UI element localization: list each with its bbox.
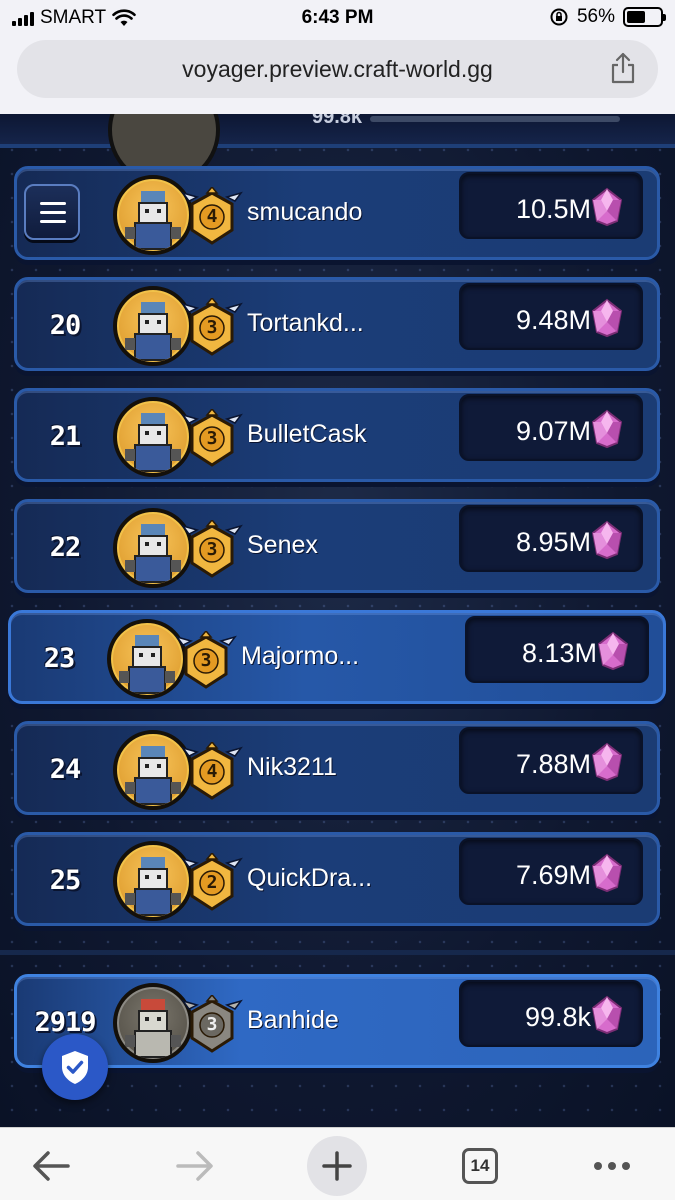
back-button[interactable] [22,1136,82,1196]
more-button[interactable] [582,1136,642,1196]
pink-gem-icon [597,631,629,671]
address-bar[interactable]: voyager.preview.craft-world.gg [17,40,658,98]
score-box: 10.5M [459,172,643,239]
pink-gem-icon [591,187,623,227]
leaderboard-row[interactable]: 23 3 Majormo... 8.13M [8,610,666,704]
battery-icon [623,7,666,27]
new-tab-button[interactable] [307,1136,367,1196]
score-value: 8.13M [521,638,597,668]
pink-gem-icon [591,520,623,560]
progress-track [370,116,620,122]
leaderboard-row[interactable]: 25 2 QuickDra... 7.69M [14,832,660,926]
pink-gem-icon [591,298,623,338]
player-name: Senex [247,531,318,559]
level-number: 2 [206,872,218,893]
character-portrait-icon [125,746,181,805]
level-number: 3 [206,317,218,338]
pink-gem-icon [591,742,623,782]
arrow-right-icon [176,1151,213,1181]
character-portrait-icon [125,302,181,361]
character-portrait-icon [125,413,181,472]
character-portrait-icon [119,635,175,694]
level-badge: 3 [181,518,243,582]
character-portrait-icon [125,857,181,916]
status-bar: SMART 6:43 PM 56% [0,0,675,36]
level-number: 3 [200,650,212,671]
rank-number: 25 [49,865,82,896]
shield-button[interactable] [42,1034,108,1100]
url-text[interactable]: voyager.preview.craft-world.gg [17,56,658,83]
leaderboard-view[interactable]: 99.8k 4 smucando 10.5M 20 3 Tortankd... 9.48M 2… [0,114,675,1127]
score-box: 7.69M [459,838,643,905]
level-number: 3 [206,428,218,449]
pink-gem-icon [591,409,623,449]
player-name: Majormo... [241,642,360,670]
player-name: smucando [247,198,363,226]
battery-percent: 56% [576,6,615,27]
rank-number: 24 [49,754,82,785]
tab-count: 14 [462,1148,498,1184]
browser-address-area: voyager.preview.craft-world.gg [0,36,675,114]
divider [0,950,675,955]
menu-button[interactable] [24,184,80,240]
score-box: 8.95M [459,505,643,572]
score-box: 9.07M [459,394,643,461]
score-box: 99.8k [459,980,643,1047]
leaderboard-row[interactable]: 4 smucando 10.5M [14,166,660,260]
score-value: 7.69M [515,860,591,890]
score-value: 9.07M [515,416,591,446]
level-badge: 3 [181,296,243,360]
score-value: 10.5M [515,194,591,224]
score-value: 8.95M [515,527,591,557]
level-badge: 3 [175,629,237,693]
player-name: Tortankd... [247,309,364,337]
level-number: 3 [206,1014,218,1035]
more-dots-icon [594,1162,630,1170]
leaderboard-row[interactable]: 21 3 BulletCask 9.07M [14,388,660,482]
battery-level [627,11,645,23]
score-box: 8.13M [465,616,649,683]
plus-icon [322,1151,352,1181]
previous-row-partial: 99.8k [0,114,675,186]
player-name: Nik3211 [247,753,337,781]
pink-gem-icon [591,995,623,1035]
player-name: BulletCask [247,420,367,448]
my-rank-row[interactable]: 2919 3 Banhide 99.8k [14,974,660,1068]
leaderboard-row[interactable]: 20 3 Tortankd... 9.48M [14,277,660,371]
rank-number: 20 [49,310,82,341]
score-box: 9.48M [459,283,643,350]
level-badge: 4 [181,185,243,249]
rank-number: 21 [49,421,82,452]
leaderboard-row[interactable]: 24 4 Nik3211 7.88M [14,721,660,815]
level-badge: 3 [181,993,243,1057]
level-badge: 2 [181,851,243,915]
forward-button[interactable] [164,1136,224,1196]
character-portrait-icon [125,191,181,250]
rank-number: 22 [49,532,82,563]
level-number: 4 [206,761,218,782]
tabs-button[interactable]: 14 [450,1136,510,1196]
player-name: Banhide [247,1006,339,1034]
share-icon[interactable] [610,52,636,84]
top-partial-score: 99.8k [312,114,363,128]
pink-gem-icon [591,853,623,893]
level-number: 3 [206,539,218,560]
browser-toolbar: 14 [0,1127,675,1200]
level-number: 4 [206,206,218,227]
character-portrait-icon [125,999,181,1058]
character-portrait-icon [125,524,181,583]
player-name: QuickDra... [247,864,373,892]
leaderboard-row[interactable]: 22 3 Senex 8.95M [14,499,660,593]
rank-number: 23 [43,643,76,674]
shield-check-icon [62,1051,88,1084]
score-value: 7.88M [515,749,591,779]
score-value: 9.48M [515,305,591,335]
level-badge: 3 [181,407,243,471]
arrow-left-icon [33,1151,70,1181]
orientation-lock-icon [550,8,568,26]
level-badge: 4 [181,740,243,804]
score-box: 7.88M [459,727,643,794]
score-value: 99.8k [524,1002,591,1032]
